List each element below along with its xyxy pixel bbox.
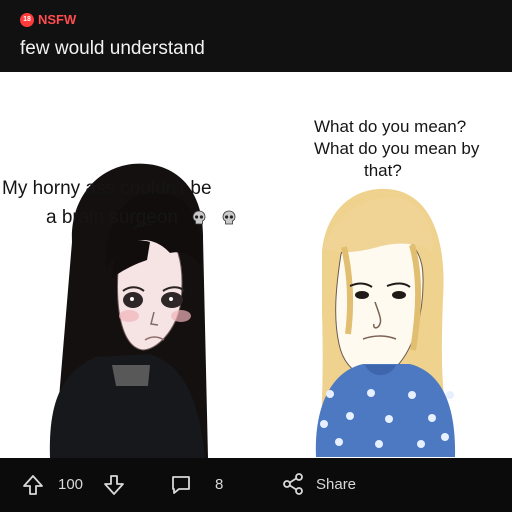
skull-icon [222, 210, 236, 225]
nsfw-tag: 18 NSFW [20, 12, 76, 27]
share-label: Share [316, 475, 357, 493]
left-caption-line-2-text: a brain surgeon [46, 207, 179, 228]
right-caption-line-1: What do you mean? [314, 117, 467, 136]
comments-button[interactable] [169, 473, 193, 497]
arrow-down-icon [104, 475, 124, 495]
right-character [315, 188, 456, 457]
age-badge: 18 [20, 12, 34, 27]
comment-count: 8 [215, 476, 224, 493]
upvote-button[interactable] [21, 473, 45, 497]
nsfw-label: NSFW [38, 12, 77, 27]
meme-image: My horny ass couldn't be a brain surgeon… [0, 72, 512, 458]
left-caption-line-1: My horny ass couldn't be [2, 178, 212, 199]
score: 100 [58, 476, 84, 493]
post-title[interactable]: few would understand [20, 38, 205, 60]
right-caption-line-3: that? [364, 161, 402, 180]
share-button[interactable]: Share [281, 472, 356, 496]
post-actions: 100 8 Share [0, 458, 512, 512]
right-caption-line-2: What do you mean by [314, 139, 480, 158]
skull-icon [192, 210, 206, 225]
share-icon [283, 473, 303, 495]
post-header: 18 NSFW few would understand [0, 0, 512, 72]
right-caption: What do you mean? What do you mean by th… [314, 116, 479, 182]
comment-icon [172, 476, 190, 494]
left-caption: My horny ass couldn't be a brain surgeon [2, 174, 237, 232]
arrow-up-icon [23, 475, 43, 495]
left-caption-line-2: a brain surgeon [2, 203, 237, 232]
downvote-button[interactable] [102, 473, 126, 497]
